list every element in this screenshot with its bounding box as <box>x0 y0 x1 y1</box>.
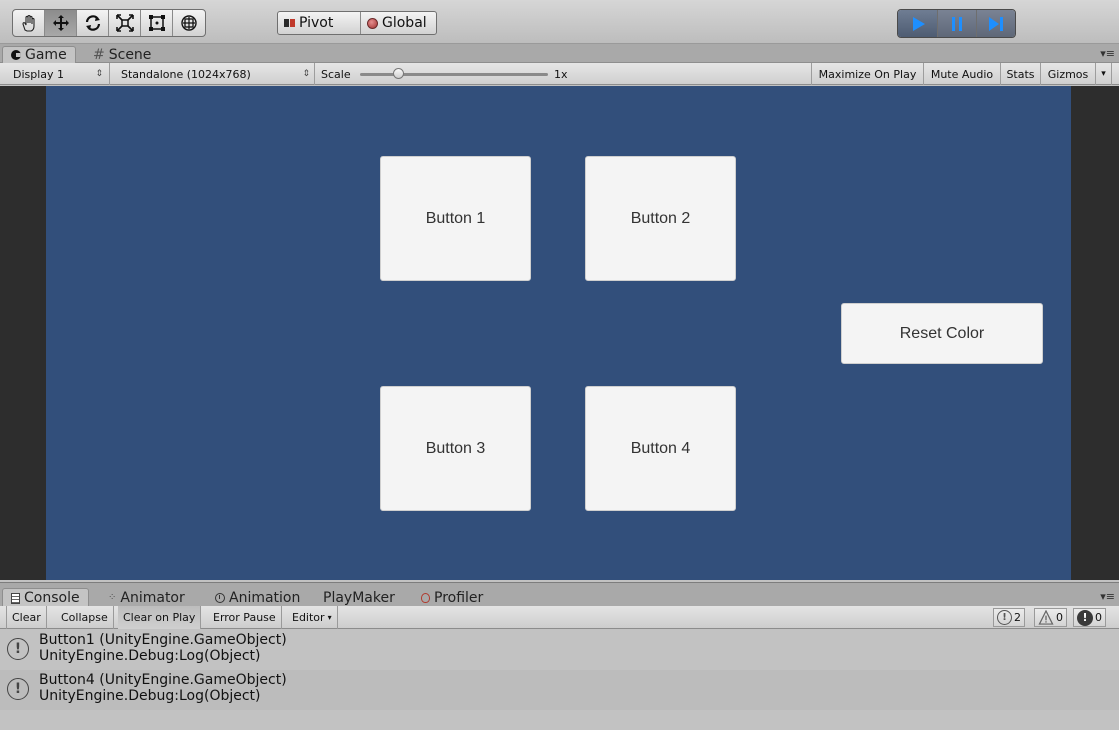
tab-animation-label: Animation <box>229 589 301 606</box>
transform-tools <box>12 9 206 37</box>
viewport-letterbox-right <box>1071 86 1119 580</box>
rect-tool-icon[interactable] <box>141 10 173 36</box>
pivot-global-toggle: Pivot Global <box>277 11 437 35</box>
log-message: Button1 (UnityEngine.GameObject) <box>39 632 287 648</box>
console-log-list: ! Button1 (UnityEngine.GameObject) Unity… <box>0 630 1119 730</box>
button-2[interactable]: Button 2 <box>585 156 736 281</box>
global-label: Global <box>382 15 427 31</box>
tab-profiler[interactable]: Profiler <box>413 588 491 607</box>
console-toolbar: Clear Collapse Clear on Play Error Pause… <box>0 606 1119 629</box>
dropdown-arrows-icon: ⇕ <box>95 69 103 79</box>
viewport-letterbox-left <box>0 86 46 580</box>
error-count: 0 <box>1095 611 1102 624</box>
scale-value: 1x <box>554 67 568 81</box>
game-view-tabs: Game # Scene ▾≡ <box>0 44 1119 63</box>
stats-toggle[interactable]: Stats <box>1001 63 1041 85</box>
game-viewport: Button 1 Button 2 Button 3 Button 4 Rese… <box>46 86 1071 580</box>
move-tool-icon[interactable] <box>45 10 77 36</box>
log-stacktrace: UnityEngine.Debug:Log(Object) <box>39 688 261 704</box>
profiler-icon <box>421 592 430 603</box>
clear-button[interactable]: Clear <box>6 606 47 629</box>
tab-game[interactable]: Game <box>2 46 76 63</box>
log-stacktrace: UnityEngine.Debug:Log(Object) <box>39 648 261 664</box>
gizmos-toggle[interactable]: Gizmos <box>1041 63 1096 85</box>
tab-console[interactable]: Console <box>2 588 89 607</box>
rotate-tool-icon[interactable] <box>77 10 109 36</box>
play-icon[interactable] <box>898 10 937 37</box>
log-entry-text: Button1 (UnityEngine.GameObject) UnityEn… <box>39 632 287 664</box>
editor-dropdown[interactable]: Editor ▾ <box>287 606 338 629</box>
tab-animation[interactable]: Animation <box>207 588 308 607</box>
info-icon: ! <box>7 638 29 660</box>
main-toolbar: Pivot Global <box>0 0 1119 44</box>
display-dropdown[interactable]: Display 1 ⇕ <box>0 63 110 85</box>
info-icon: ! <box>997 610 1012 625</box>
pivot-label: Pivot <box>299 15 334 31</box>
transform-tool-icon[interactable] <box>173 10 205 36</box>
reset-color-button[interactable]: Reset Color <box>841 303 1043 364</box>
clear-on-play-toggle[interactable]: Clear on Play <box>118 606 202 629</box>
tab-animator[interactable]: ⁘ Animator <box>100 588 193 607</box>
mute-audio-toggle[interactable]: Mute Audio <box>924 63 1001 85</box>
log-entry-text: Button4 (UnityEngine.GameObject) UnityEn… <box>39 672 287 704</box>
editor-label: Editor <box>292 611 325 624</box>
chevron-down-icon: ▾ <box>327 613 332 622</box>
maximize-on-play-toggle[interactable]: Maximize On Play <box>811 63 924 85</box>
log-count: 2 <box>1014 611 1021 624</box>
global-icon <box>367 17 378 29</box>
tab-game-label: Game <box>25 47 67 63</box>
button-4[interactable]: Button 4 <box>585 386 736 511</box>
tab-profiler-label: Profiler <box>434 589 484 606</box>
tab-scene[interactable]: # Scene <box>85 46 159 63</box>
button-3[interactable]: Button 3 <box>380 386 531 511</box>
collapse-button[interactable]: Collapse <box>56 606 114 629</box>
pause-icon[interactable] <box>937 10 976 37</box>
console-icon <box>11 592 20 604</box>
resolution-label: Standalone (1024x768) <box>121 67 251 81</box>
warning-count-toggle[interactable]: 0 <box>1034 608 1067 627</box>
resolution-dropdown[interactable]: Standalone (1024x768) ⇕ <box>110 63 315 85</box>
display-label: Display 1 <box>13 67 65 81</box>
panel-menu-icon[interactable]: ▾≡ <box>1100 47 1115 60</box>
scale-label: Scale <box>321 67 351 81</box>
clock-icon <box>215 592 225 603</box>
gizmos-dropdown-icon[interactable]: ▾ <box>1096 63 1112 85</box>
error-count-toggle[interactable]: ! 0 <box>1073 608 1106 627</box>
console-panel-tabs: Console ⁘ Animator Animation PlayMaker P… <box>0 582 1119 607</box>
scale-slider-track <box>360 73 548 76</box>
pivot-button[interactable]: Pivot <box>278 12 360 34</box>
panel-menu-icon[interactable]: ▾≡ <box>1100 590 1115 603</box>
error-pause-toggle[interactable]: Error Pause <box>208 606 282 629</box>
scale-slider-thumb[interactable] <box>393 68 404 79</box>
tab-animator-label: Animator <box>120 589 185 606</box>
playback-controls <box>897 9 1016 38</box>
log-entry[interactable]: ! Button1 (UnityEngine.GameObject) Unity… <box>0 630 1119 670</box>
dropdown-arrows-icon: ⇕ <box>302 69 310 79</box>
log-entry[interactable]: ! Button4 (UnityEngine.GameObject) Unity… <box>0 670 1119 710</box>
scene-grid-icon: # <box>93 46 105 63</box>
warning-count: 0 <box>1056 611 1063 624</box>
game-icon <box>11 50 21 60</box>
step-icon[interactable] <box>976 10 1015 37</box>
tab-playmaker[interactable]: PlayMaker <box>315 588 403 607</box>
hand-tool-icon[interactable] <box>13 10 45 36</box>
info-icon: ! <box>7 678 29 700</box>
log-message: Button4 (UnityEngine.GameObject) <box>39 672 287 688</box>
button-1[interactable]: Button 1 <box>380 156 531 281</box>
log-count-toggle[interactable]: ! 2 <box>993 608 1025 627</box>
tab-scene-label: Scene <box>108 46 152 63</box>
game-view-toolbar: Display 1 ⇕ Standalone (1024x768) ⇕ Scal… <box>0 63 1119 85</box>
tab-console-label: Console <box>24 590 80 606</box>
tab-playmaker-label: PlayMaker <box>323 589 395 606</box>
scale-slider[interactable] <box>360 63 548 85</box>
warning-icon <box>1038 610 1054 625</box>
global-button[interactable]: Global <box>360 12 436 34</box>
pivot-icon <box>284 19 295 27</box>
animator-icon: ⁘ <box>108 592 117 603</box>
scale-tool-icon[interactable] <box>109 10 141 36</box>
error-icon: ! <box>1077 609 1093 626</box>
